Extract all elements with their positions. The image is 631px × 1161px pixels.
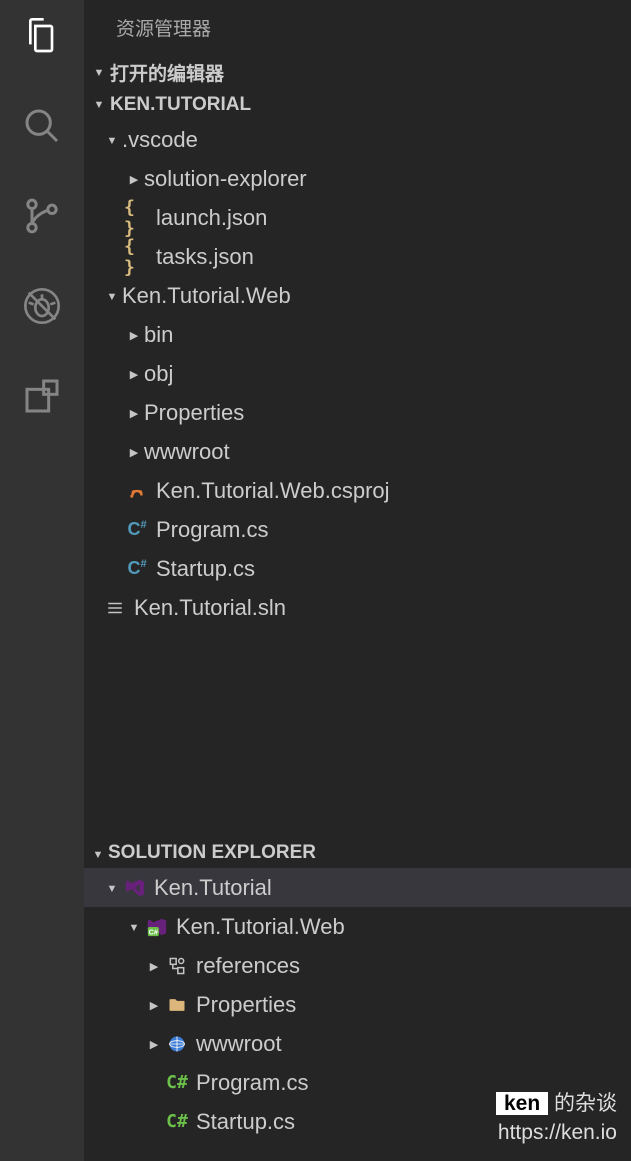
file-label: Ken.Tutorial.sln (134, 595, 286, 621)
folder-label: Ken.Tutorial.Web (122, 283, 291, 309)
project-header-label: KEN.TUTORIAL (110, 94, 251, 116)
file-startup-cs[interactable]: C# Startup.cs (84, 549, 631, 588)
folder-wwwroot[interactable]: wwwroot (84, 432, 631, 471)
folder-ken-tutorial-web[interactable]: Ken.Tutorial.Web (84, 276, 631, 315)
chevron-down-icon (102, 132, 122, 147)
csharp-icon: C# (164, 1072, 190, 1093)
folder-label: obj (144, 361, 173, 387)
explorer-icon[interactable] (18, 12, 66, 60)
search-icon[interactable] (18, 102, 66, 150)
references-icon (164, 956, 190, 976)
csharp-icon: C# (124, 558, 150, 579)
file-label: tasks.json (156, 244, 254, 270)
folder-icon (164, 995, 190, 1015)
folder-label: wwwroot (144, 439, 230, 465)
chevron-down-icon (88, 846, 108, 861)
watermark-tag: ken (496, 1092, 548, 1115)
solution-icon (102, 599, 128, 617)
solution-root[interactable]: Ken.Tutorial (84, 868, 631, 907)
json-icon: { } (124, 236, 150, 278)
folder-bin[interactable]: bin (84, 315, 631, 354)
solution-properties[interactable]: Properties (84, 985, 631, 1024)
references-label: references (196, 953, 300, 979)
csharp-icon: C# (164, 1111, 190, 1132)
open-editors-header[interactable]: 打开的编辑器 (84, 55, 631, 90)
folder-label: Properties (196, 992, 296, 1018)
file-label: Startup.cs (156, 556, 255, 582)
watermark-url: https://ken.io (496, 1119, 617, 1147)
file-launch-json[interactable]: { } launch.json (84, 198, 631, 237)
explorer-sidebar: 资源管理器 打开的编辑器 KEN.TUTORIAL .vscode soluti… (84, 0, 631, 1161)
folder-solution-explorer[interactable]: solution-explorer (84, 159, 631, 198)
folder-label: bin (144, 322, 173, 348)
file-tree: .vscode solution-explorer { } launch.jso… (84, 120, 631, 627)
folder-vscode[interactable]: .vscode (84, 120, 631, 159)
chevron-right-icon (124, 171, 144, 186)
solution-label: Ken.Tutorial (154, 875, 272, 901)
json-icon: { } (124, 197, 150, 239)
chevron-right-icon (124, 405, 144, 420)
folder-label: solution-explorer (144, 166, 307, 192)
solution-project[interactable]: C# Ken.Tutorial.Web (84, 907, 631, 946)
chevron-right-icon (144, 958, 164, 973)
svg-text:C#: C# (149, 927, 158, 936)
file-program-cs[interactable]: C# Program.cs (84, 510, 631, 549)
chevron-right-icon (124, 327, 144, 342)
folder-label: wwwroot (196, 1031, 282, 1057)
csharp-icon: C# (124, 519, 150, 540)
xml-icon (124, 482, 150, 500)
file-sln[interactable]: Ken.Tutorial.sln (84, 588, 631, 627)
chevron-down-icon (88, 99, 110, 111)
folder-label: Properties (144, 400, 244, 426)
watermark-suffix: 的杂谈 (548, 1092, 617, 1115)
project-header[interactable]: KEN.TUTORIAL (84, 90, 631, 120)
project-label: Ken.Tutorial.Web (176, 914, 345, 940)
folder-properties[interactable]: Properties (84, 393, 631, 432)
chevron-down-icon (124, 919, 144, 934)
file-label: Startup.cs (196, 1109, 295, 1135)
chevron-down-icon (102, 288, 122, 303)
chevron-right-icon (124, 444, 144, 459)
source-control-icon[interactable] (18, 192, 66, 240)
extensions-icon[interactable] (18, 372, 66, 420)
solution-explorer-header[interactable]: SOLUTION EXPLORER (84, 838, 631, 868)
file-tasks-json[interactable]: { } tasks.json (84, 237, 631, 276)
visual-studio-icon (122, 877, 148, 899)
watermark: ken 的杂谈 https://ken.io (496, 1090, 617, 1147)
debug-disabled-icon[interactable] (18, 282, 66, 330)
solution-references[interactable]: references (84, 946, 631, 985)
file-label: Program.cs (196, 1070, 308, 1096)
web-folder-icon (164, 1034, 190, 1054)
chevron-right-icon (144, 997, 164, 1012)
folder-obj[interactable]: obj (84, 354, 631, 393)
open-editors-label: 打开的编辑器 (110, 59, 224, 86)
sidebar-title: 资源管理器 (84, 0, 631, 55)
activity-bar (0, 0, 84, 1161)
chevron-down-icon (88, 67, 110, 79)
solution-explorer-label: SOLUTION EXPLORER (108, 842, 316, 864)
file-label: Program.cs (156, 517, 268, 543)
solution-wwwroot[interactable]: wwwroot (84, 1024, 631, 1063)
csproj-icon: C# (144, 916, 170, 938)
file-csproj[interactable]: Ken.Tutorial.Web.csproj (84, 471, 631, 510)
file-label: launch.json (156, 205, 267, 231)
folder-label: .vscode (122, 127, 198, 153)
chevron-right-icon (124, 366, 144, 381)
chevron-right-icon (144, 1036, 164, 1051)
chevron-down-icon (102, 880, 122, 895)
file-label: Ken.Tutorial.Web.csproj (156, 478, 390, 504)
